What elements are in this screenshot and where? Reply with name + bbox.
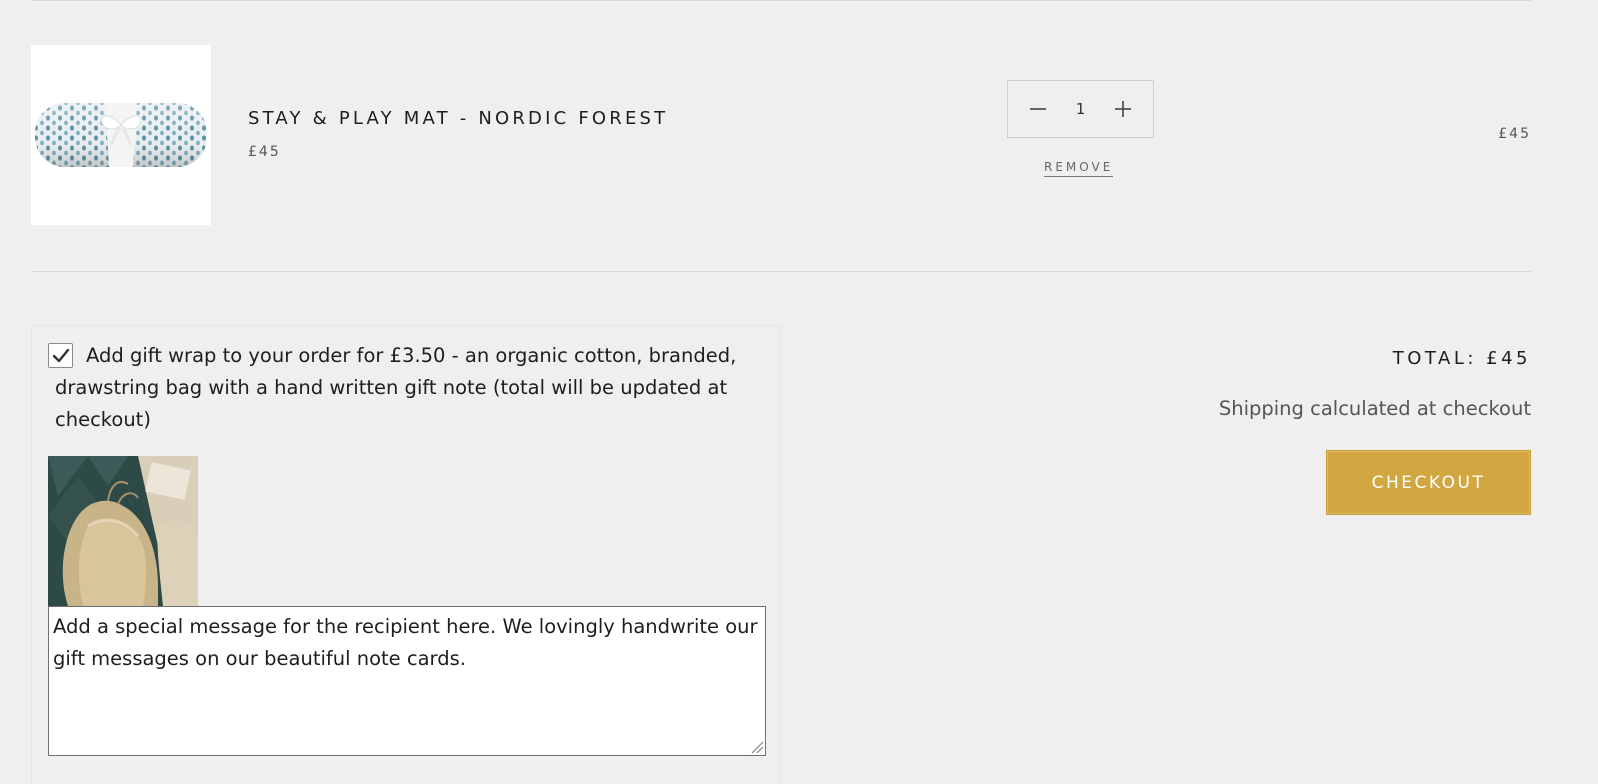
product-title[interactable]: STAY & PLAY MAT - NORDIC FOREST [248,108,668,129]
order-total: TOTAL: £45 [1392,348,1531,369]
minus-icon [1030,108,1046,110]
product-price: £45 [248,144,281,160]
increase-quantity-button[interactable] [1111,97,1135,121]
quantity-value[interactable]: 1 [1076,100,1086,118]
gift-wrap-checkbox[interactable] [48,343,73,368]
checkout-button[interactable]: CHECKOUT [1326,450,1531,515]
line-item-total: £45 [1498,126,1531,142]
decrease-quantity-button[interactable] [1026,97,1050,121]
gift-wrap-label[interactable]: Add gift wrap to your order for £3.50 - … [55,340,745,436]
quantity-stepper: 1 [1007,80,1154,138]
gift-wrap-panel: Add gift wrap to your order for £3.50 - … [31,325,781,784]
remove-item-link[interactable]: REMOVE [1044,160,1114,177]
shipping-note: Shipping calculated at checkout [1218,397,1531,420]
checkmark-icon [52,348,69,362]
rolled-mat-icon [35,103,207,167]
item-divider [31,271,1531,272]
top-divider [31,0,1531,1]
gift-message-textarea[interactable]: Add a special message for the recipient … [48,606,766,756]
product-image[interactable] [31,45,211,225]
gift-bag-image [48,456,198,606]
plus-icon [1114,101,1131,117]
gift-bag-icon [48,456,198,606]
